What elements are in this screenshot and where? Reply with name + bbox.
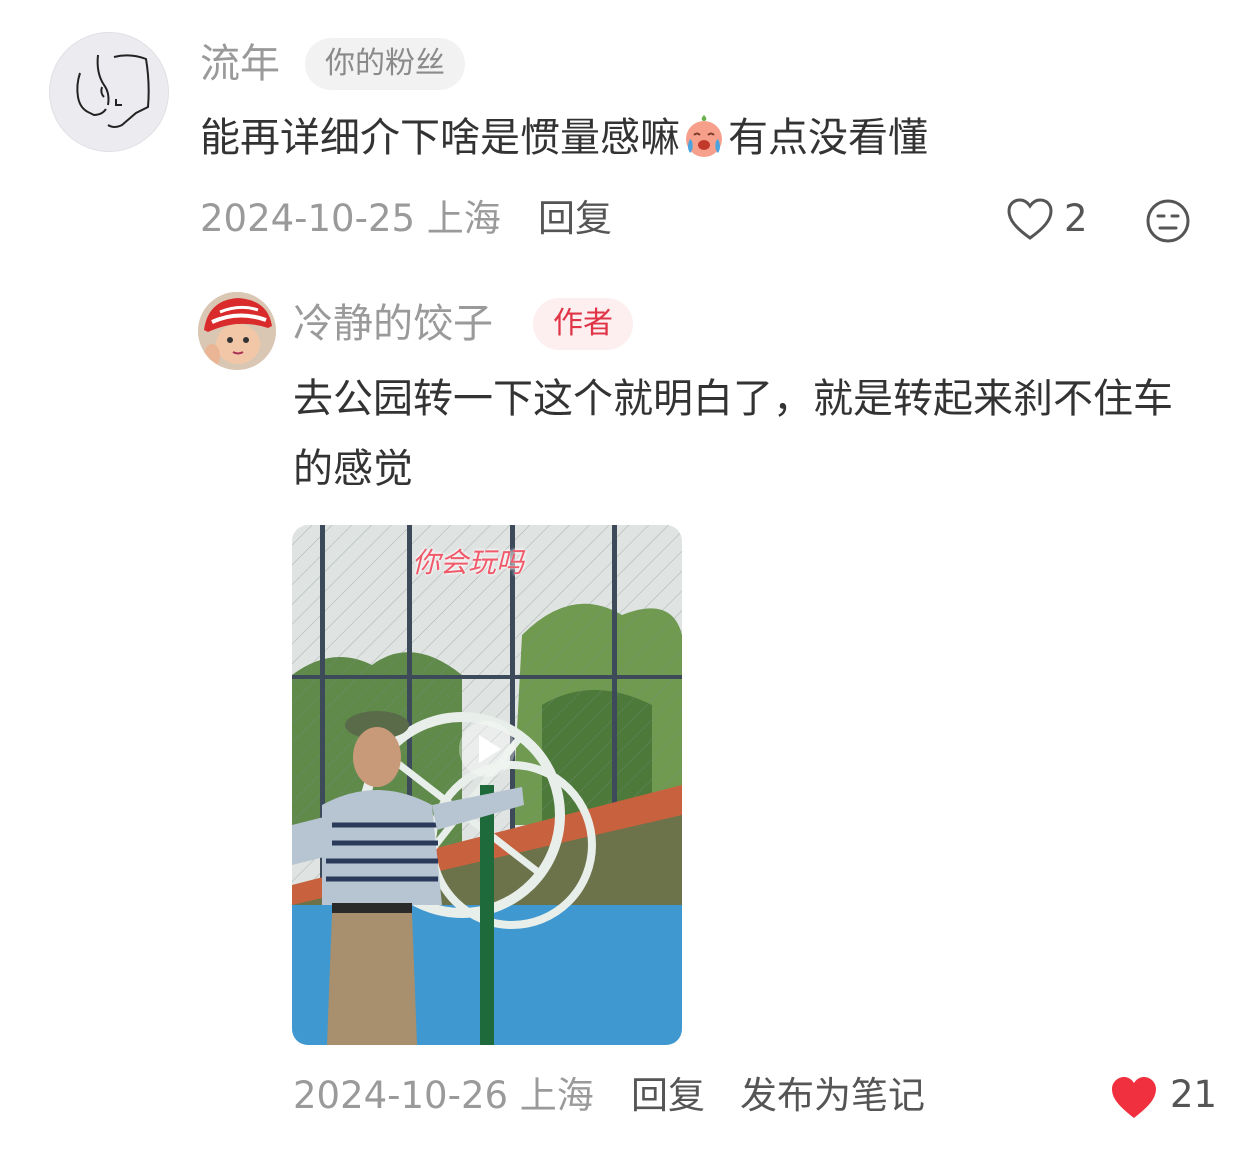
comment-text-part2: 有点没看懂 <box>728 115 928 161</box>
play-icon <box>479 735 501 763</box>
reply-reply-button[interactable]: 回复 <box>631 1073 705 1119</box>
crying-face-emoji-icon <box>680 111 728 159</box>
commenter-avatar[interactable] <box>49 32 169 152</box>
video-overlay-caption: 你会玩吗 <box>412 546 525 579</box>
replier-avatar[interactable] <box>198 292 276 370</box>
comment-like-button[interactable]: 2 <box>1006 196 1096 244</box>
video-preview-image <box>292 525 682 1045</box>
reply-video-thumbnail[interactable]: 你会玩吗 <box>292 525 682 1045</box>
publish-as-note-button[interactable]: 发布为笔记 <box>740 1073 925 1119</box>
comment-like-count: 2 <box>1064 197 1088 240</box>
sketch-face-icon <box>76 54 150 128</box>
commenter-username[interactable]: 流年 <box>200 40 280 88</box>
replier-username[interactable]: 冷静的饺子 <box>293 300 493 348</box>
reply-like-count: 21 <box>1170 1073 1218 1116</box>
comment-reply-button[interactable]: 回复 <box>538 196 612 242</box>
comment-emoji-react-button[interactable] <box>1145 198 1191 244</box>
heart-outline-icon <box>1007 198 1053 240</box>
comment-text: 能再详细介下啥是惯量感嘛 有点没看懂 <box>200 103 1200 173</box>
reply-date-location: 2024-10-26 上海 <box>293 1074 594 1117</box>
comment-date-location: 2024-10-25 上海 <box>200 197 501 240</box>
comment-text-part1: 能再详细介下啥是惯量感嘛 <box>200 115 680 161</box>
reply-text: 去公园转一下这个就明白了，就是转起来刹不住车的感觉 <box>293 376 1173 492</box>
reply-like-button[interactable]: 21 <box>1110 1072 1220 1120</box>
baby-avatar-icon <box>198 292 276 370</box>
heart-filled-icon <box>1112 1077 1156 1118</box>
play-button[interactable] <box>459 721 515 777</box>
fan-badge: 你的粉丝 <box>305 38 465 90</box>
neutral-face-icon <box>1146 199 1190 243</box>
author-badge: 作者 <box>533 298 633 350</box>
